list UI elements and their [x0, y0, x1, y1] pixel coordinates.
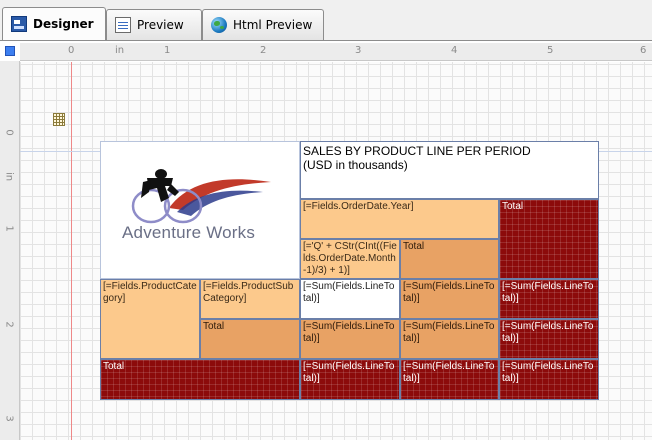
vruler-label-1: 1: [3, 225, 15, 232]
preview-icon: [115, 17, 131, 33]
vruler-label-unit: in: [3, 171, 15, 182]
cyclist-logo-icon: [131, 169, 271, 224]
hruler-label-6: 6: [640, 45, 647, 56]
grand-total-sum-cell[interactable]: [=Sum(Fields.LineTotal)]: [300, 359, 400, 400]
tab-preview-label: Preview: [137, 18, 184, 32]
hruler-label-2: 2: [260, 45, 267, 56]
tab-designer[interactable]: Designer: [2, 7, 106, 40]
quarter-total-sum-cell[interactable]: [=Sum(Fields.LineTotal)]: [400, 279, 499, 319]
subcategory-quarter-total-sum-cell[interactable]: [=Sum(Fields.LineTotal)]: [400, 319, 499, 359]
hruler-label-5: 5: [547, 45, 554, 56]
hruler-label-1: 1: [164, 45, 171, 56]
hruler-label-0: 0: [68, 45, 75, 56]
logo-picturebox[interactable]: Adventure Works: [100, 141, 300, 279]
report-title-line2: (USD in thousands): [303, 158, 408, 172]
report-title-line1: SALES BY PRODUCT LINE PER PERIOD: [303, 144, 531, 158]
horizontal-ruler: 0 in 1 2 3 4 5 6: [20, 43, 652, 61]
quarter-group-header[interactable]: [='Q' + CStr(CInt((Fields.OrderDate.Mont…: [300, 239, 400, 279]
globe-icon: [211, 17, 227, 33]
total-column-header[interactable]: Total: [499, 199, 599, 279]
hruler-label-4: 4: [451, 45, 458, 56]
tab-preview[interactable]: Preview: [106, 9, 202, 40]
subcategory-total-sum-cell[interactable]: [=Sum(Fields.LineTotal)]: [300, 319, 400, 359]
grand-total-label[interactable]: Total: [100, 359, 300, 400]
tab-html-preview[interactable]: Html Preview: [202, 9, 324, 40]
vruler-label-3: 3: [3, 415, 15, 422]
logo-text: Adventure Works: [122, 223, 256, 242]
designer-icon: [11, 16, 27, 32]
product-category-cell[interactable]: [=Fields.ProductCategory]: [100, 279, 200, 359]
vruler-label-2: 2: [3, 321, 15, 328]
product-subcategory-cell[interactable]: [=Fields.ProductSubCategory]: [200, 279, 300, 319]
left-margin-line: [71, 62, 72, 440]
report-body-icon[interactable]: [53, 113, 65, 126]
subcategory-total-label[interactable]: Total: [200, 319, 300, 359]
quarter-total-header[interactable]: Total: [400, 239, 499, 279]
year-group-header[interactable]: [=Fields.OrderDate.Year]: [300, 199, 499, 239]
row-total-sum-cell[interactable]: [=Sum(Fields.LineTotal)]: [499, 279, 599, 319]
vruler-label-0: 0: [3, 129, 15, 136]
subcategory-row-total-sum-cell[interactable]: [=Sum(Fields.LineTotal)]: [499, 319, 599, 359]
tab-designer-label: Designer: [33, 17, 94, 31]
tab-html-preview-label: Html Preview: [233, 18, 313, 32]
hruler-label-3: 3: [355, 45, 362, 56]
grand-total-quarter-sum-cell[interactable]: [=Sum(Fields.LineTotal)]: [400, 359, 499, 400]
detail-sum-cell[interactable]: [=Sum(Fields.LineTotal)]: [300, 279, 400, 319]
ruler-corner-select-button[interactable]: [5, 46, 15, 56]
grand-total-row-sum-cell[interactable]: [=Sum(Fields.LineTotal)]: [499, 359, 599, 400]
tab-bar: Designer Preview Html Preview: [0, 0, 652, 40]
vertical-ruler: 0 in 1 2 3: [0, 61, 20, 440]
report-title-textbox[interactable]: SALES BY PRODUCT LINE PER PERIOD (USD in…: [300, 141, 599, 199]
hruler-label-unit: in: [115, 45, 125, 56]
